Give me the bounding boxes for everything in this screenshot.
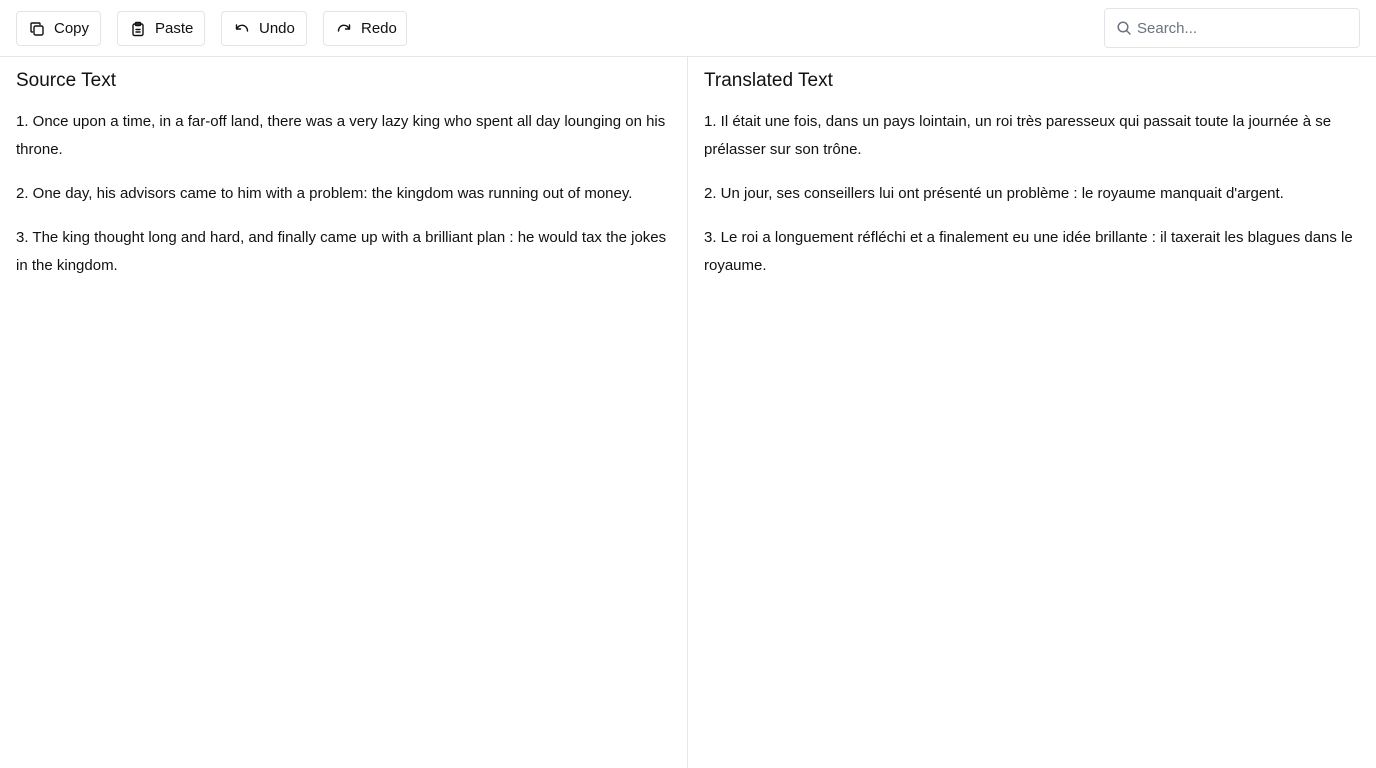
source-pane: Source Text 1. Once upon a time, in a fa… <box>0 57 688 768</box>
translated-paragraph-1: 1. Il était une fois, dans un pays loint… <box>704 113 1332 158</box>
source-paragraph-3: 3. The king thought long and hard, and f… <box>16 229 667 274</box>
copy-button-label: Copy <box>54 20 90 37</box>
clipboard-icon <box>130 21 146 37</box>
search-box[interactable] <box>1104 8 1360 48</box>
copy-button[interactable]: Copy <box>16 11 101 46</box>
paste-button-label: Paste <box>155 20 194 37</box>
paste-button[interactable]: Paste <box>117 11 205 46</box>
redo-button-label: Redo <box>361 20 397 37</box>
undo-button-label: Undo <box>259 20 295 37</box>
translated-pane: Translated Text 1. Il était une fois, da… <box>688 57 1376 768</box>
redo-icon <box>336 21 352 37</box>
source-paragraph-2: 2. One day, his advisors came to him wit… <box>16 185 633 202</box>
redo-button[interactable]: Redo <box>323 11 407 46</box>
source-title: Source Text <box>16 70 116 91</box>
copy-icon <box>29 21 45 37</box>
translated-paragraph-3: 3. Le roi a longuement réfléchi et a fin… <box>704 229 1353 274</box>
search-input[interactable] <box>1137 9 1353 47</box>
undo-button[interactable]: Undo <box>221 11 307 46</box>
source-paragraph-1: 1. Once upon a time, in a far-off land, … <box>16 113 666 158</box>
translated-paragraph-2: 2. Un jour, ses conseillers lui ont prés… <box>704 185 1284 202</box>
search-icon <box>1116 20 1132 36</box>
toolbar: Copy Paste Undo Redo <box>0 0 1376 57</box>
translated-title: Translated Text <box>704 70 833 91</box>
undo-icon <box>234 21 250 37</box>
